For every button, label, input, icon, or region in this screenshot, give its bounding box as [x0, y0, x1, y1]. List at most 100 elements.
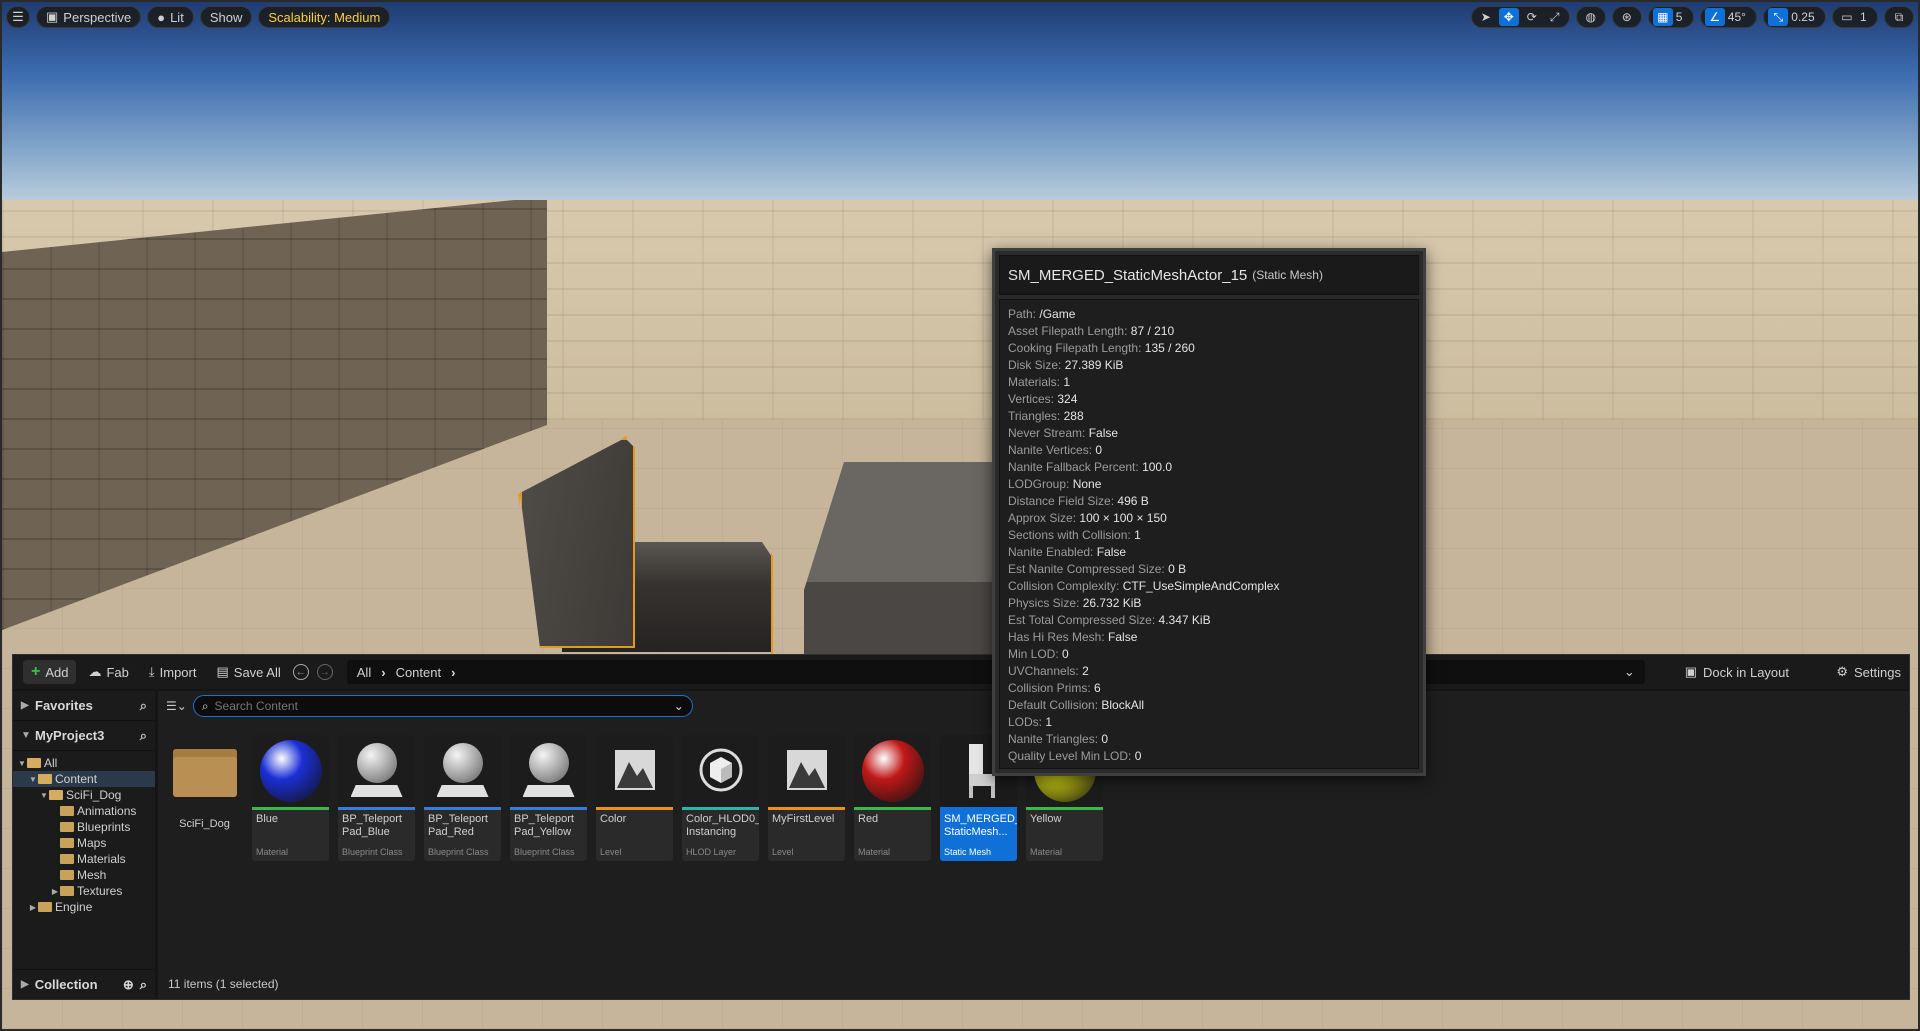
- chevron-right-icon[interactable]: ›: [451, 665, 455, 680]
- tree-item-mesh[interactable]: Mesh: [13, 867, 155, 883]
- chevron-right-icon[interactable]: ▶: [28, 903, 38, 912]
- save-all-button[interactable]: ▤ Save All: [208, 660, 288, 684]
- scale-snap-toggle[interactable]: ⤡ 0.25: [1763, 6, 1826, 28]
- add-collection-icon[interactable]: ⊕: [123, 977, 134, 993]
- asset-tile[interactable]: Color Level: [596, 735, 673, 861]
- project-section[interactable]: ▼ MyProject3 ⌕: [13, 721, 155, 751]
- rotate-icon[interactable]: ⟳: [1522, 8, 1542, 26]
- search-box[interactable]: ⌕ ⌄: [192, 695, 693, 717]
- tree-item-engine[interactable]: ▶ Engine: [13, 899, 155, 915]
- dock-in-layout-button[interactable]: ▣ Dock in Layout: [1685, 660, 1789, 684]
- chevron-right-icon[interactable]: ▶: [50, 887, 60, 896]
- asset-name: Blue: [256, 813, 279, 825]
- coordinate-space-button[interactable]: ◍: [1575, 6, 1606, 28]
- asset-tile[interactable]: Color_HLOD0_ Instancing HLOD Layer: [682, 735, 759, 861]
- tooltip-property-row: Sections with Collision: 1: [1008, 527, 1410, 544]
- chevron-down-icon[interactable]: ⌄: [674, 699, 684, 713]
- scale-icon[interactable]: ⤢: [1545, 8, 1565, 26]
- chevron-down-icon[interactable]: ⌄: [1624, 664, 1635, 680]
- property-key: Nanite Vertices:: [1008, 443, 1093, 457]
- asset-tile[interactable]: BP_Teleport Pad_Red Blueprint Class: [424, 735, 501, 861]
- select-arrow-icon[interactable]: ➤: [1476, 8, 1496, 26]
- scale-snap-value[interactable]: 0.25: [1791, 10, 1814, 24]
- add-button[interactable]: + Add: [23, 660, 77, 684]
- search-icon[interactable]: ⌕: [140, 977, 147, 993]
- grid-snap-value[interactable]: 5: [1676, 10, 1683, 24]
- chevron-down-icon[interactable]: ▼: [17, 759, 27, 768]
- chevron-down-icon[interactable]: ▼: [28, 775, 38, 784]
- angle-icon: ∠: [1704, 8, 1725, 26]
- rotation-snap-toggle[interactable]: ∠ 45°: [1699, 6, 1758, 28]
- tooltip-property-row: Cooking Filepath Length: 135 / 260: [1008, 340, 1410, 357]
- search-input[interactable]: [214, 699, 668, 713]
- tree-item-blueprints[interactable]: Blueprints: [13, 819, 155, 835]
- asset-type: Level: [772, 847, 794, 857]
- chevron-right-icon: ▶: [21, 700, 29, 711]
- tooltip-property-row: Vertices: 324: [1008, 391, 1410, 408]
- asset-type: Blueprint Class: [428, 847, 489, 857]
- asset-tile[interactable]: MyFirstLevel Level: [768, 735, 845, 861]
- asset-tile[interactable]: Red Material: [854, 735, 931, 861]
- tree-item-animations[interactable]: Animations: [13, 803, 155, 819]
- show-button[interactable]: Show: [199, 6, 253, 28]
- asset-tile[interactable]: Blue Material: [252, 735, 329, 861]
- asset-name: SM_MERGED_ StaticMesh...: [944, 813, 1017, 838]
- scalability-button[interactable]: Scalability: Medium: [258, 6, 391, 28]
- tooltip-property-row: UVChannels: 2: [1008, 663, 1410, 680]
- property-value: 27.389 KiB: [1064, 358, 1124, 372]
- scale-snap-icon: ⤡: [1768, 8, 1789, 26]
- favorites-section[interactable]: ▶ Favorites ⌕: [13, 691, 155, 721]
- fab-button[interactable]: ☁ Fab: [80, 660, 136, 684]
- breadcrumb-content[interactable]: Content: [396, 665, 442, 680]
- move-icon[interactable]: ✥: [1498, 8, 1519, 26]
- item-count-status: 11 items (1 selected): [168, 977, 279, 991]
- chevron-down-icon[interactable]: ▼: [39, 791, 49, 800]
- property-value: False: [1108, 630, 1138, 644]
- tooltip-title: SM_MERGED_StaticMeshActor_15: [1008, 266, 1248, 284]
- import-button[interactable]: ⤓ Import: [141, 660, 205, 684]
- tree-item-textures[interactable]: ▶ Textures: [13, 883, 155, 899]
- tree-item-content[interactable]: ▼ Content: [13, 771, 155, 787]
- tree-item-all[interactable]: ▼ All: [13, 755, 155, 771]
- asset-type: Static Mesh: [944, 847, 992, 857]
- breadcrumb-all[interactable]: All: [357, 665, 371, 680]
- maximize-viewport-button[interactable]: ⧉: [1884, 6, 1914, 28]
- forward-arrow-icon[interactable]: →: [316, 664, 333, 680]
- cube-icon: ▣: [46, 9, 59, 24]
- asset-tile[interactable]: BP_Teleport Pad_Blue Blueprint Class: [338, 735, 415, 861]
- asset-thumbnail: [166, 735, 243, 810]
- search-icon[interactable]: ⌕: [140, 698, 147, 714]
- asset-tooltip: SM_MERGED_StaticMeshActor_15 (Static Mes…: [992, 248, 1426, 776]
- tooltip-property-row: Nanite Vertices: 0: [1008, 442, 1410, 459]
- tooltip-property-row: Asset Filepath Length: 87 / 210: [1008, 323, 1410, 340]
- favorites-label: Favorites: [35, 698, 93, 713]
- property-value: 6: [1094, 681, 1101, 695]
- hamburger-menu-button[interactable]: ☰: [6, 6, 30, 28]
- tree-item-materials[interactable]: Materials: [13, 851, 155, 867]
- lighting-mode-button[interactable]: ● Lit: [147, 6, 194, 28]
- tooltip-property-row: Distance Field Size: 496 B: [1008, 493, 1410, 510]
- tooltip-property-row: Quality Level Min LOD: 0: [1008, 748, 1410, 765]
- asset-name: Color: [600, 813, 627, 825]
- rotation-snap-value[interactable]: 45°: [1728, 10, 1746, 24]
- filter-icon[interactable]: ☰⌄: [166, 699, 187, 713]
- asset-tile[interactable]: SciFi_Dog: [166, 735, 243, 861]
- folder-icon: [60, 854, 74, 864]
- folder-icon: [60, 870, 74, 880]
- search-icon[interactable]: ⌕: [140, 728, 147, 744]
- show-label: Show: [209, 9, 243, 25]
- tree-item-scifi-dog[interactable]: ▼ SciFi_Dog: [13, 787, 155, 803]
- camera-speed-button[interactable]: ▭ 1: [1831, 6, 1878, 28]
- settings-button[interactable]: ⚙ Settings: [1836, 660, 1901, 684]
- chevron-right-icon[interactable]: ›: [381, 665, 385, 680]
- view-mode-button[interactable]: ▣ Perspective: [36, 6, 142, 28]
- tree-item-maps[interactable]: Maps: [13, 835, 155, 851]
- collection-section[interactable]: ▶ Collection ⊕ ⌕: [13, 969, 155, 999]
- tooltip-property-row: Est Total Compressed Size: 4.347 KiB: [1008, 612, 1410, 629]
- surface-snap-button[interactable]: ⊛: [1611, 6, 1642, 28]
- back-arrow-icon[interactable]: ←: [292, 664, 309, 680]
- grid-snap-toggle[interactable]: ▦ 5: [1647, 6, 1694, 28]
- tooltip-property-row: Disk Size: 27.389 KiB: [1008, 357, 1410, 374]
- asset-tile[interactable]: BP_Teleport Pad_Yellow Blueprint Class: [510, 735, 587, 861]
- tree-item-label: Content: [55, 772, 98, 786]
